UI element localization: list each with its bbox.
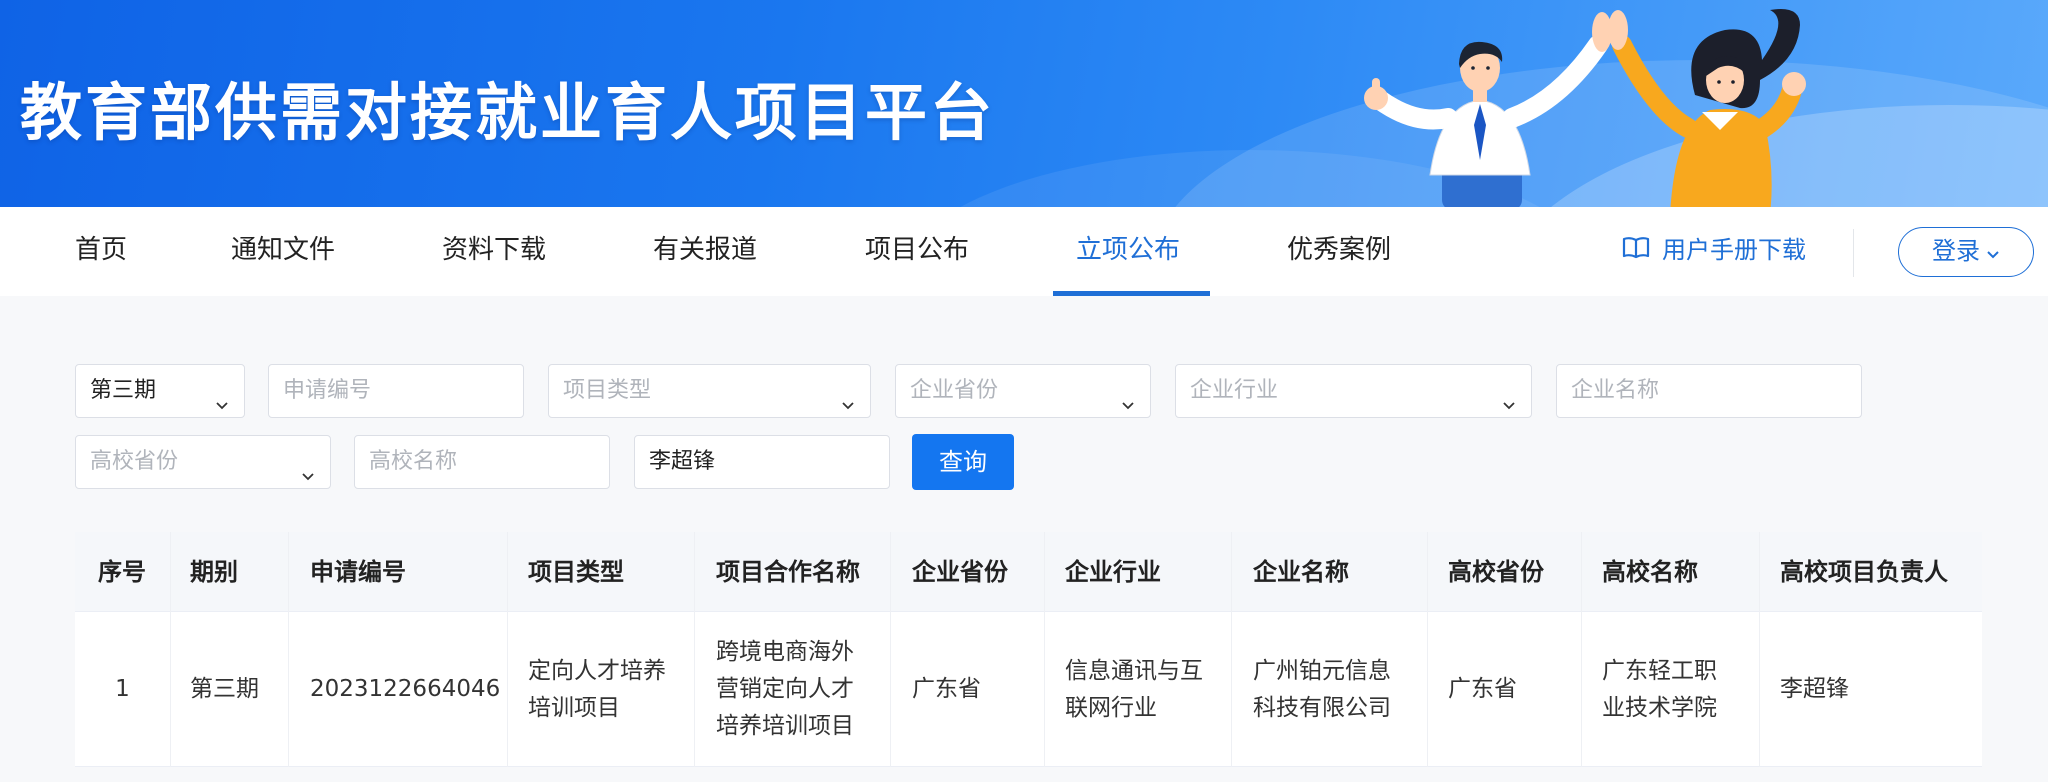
- results-table: 序号 期别 申请编号 项目类型 项目合作名称 企业省份 企业行业 企业名称 高校…: [75, 532, 1982, 767]
- project-leader-input[interactable]: 李超锋: [634, 435, 890, 489]
- login-button[interactable]: 登录: [1898, 227, 2034, 277]
- column-divider: [890, 532, 891, 767]
- nav-item-home[interactable]: 首页: [75, 207, 127, 296]
- company-province-placeholder: 企业省份: [910, 378, 999, 403]
- table-cell: 广东省: [1448, 676, 1517, 702]
- column-header: 期别: [190, 558, 238, 586]
- column-header: 项目类型: [528, 558, 624, 586]
- company-province-select[interactable]: 企业省份: [895, 364, 1151, 418]
- user-manual-download-link[interactable]: 用户手册下载: [1622, 207, 1806, 296]
- header-banner: 教育部供需对接就业育人项目平台: [0, 0, 2048, 207]
- school-name-placeholder: 高校名称: [369, 449, 458, 474]
- table-cell: 第三期: [190, 676, 259, 702]
- period-select-value: 第三期: [90, 378, 157, 403]
- column-header: 企业名称: [1253, 558, 1349, 586]
- company-name-input[interactable]: 企业名称: [1556, 364, 1862, 418]
- column-divider: [170, 532, 171, 767]
- project-type-select[interactable]: 项目类型: [548, 364, 871, 418]
- woman-figure: [1608, 9, 1806, 207]
- nav-item-downloads[interactable]: 资料下载: [442, 207, 546, 296]
- column-header: 申请编号: [310, 558, 406, 586]
- column-header: 高校名称: [1602, 558, 1698, 586]
- chevron-down-icon: [214, 382, 230, 417]
- column-divider: [1044, 532, 1045, 767]
- table-row: 1 第三期 2023122664046 定向人才培养培训项目 跨境电商海外营销定…: [75, 612, 1982, 767]
- table-cell: 信息通讯与互联网行业: [1065, 657, 1203, 721]
- nav-item-notices[interactable]: 通知文件: [231, 207, 335, 296]
- company-industry-select[interactable]: 企业行业: [1175, 364, 1532, 418]
- school-province-placeholder: 高校省份: [90, 449, 179, 474]
- period-select[interactable]: 第三期: [75, 364, 245, 418]
- chevron-down-icon: [1120, 382, 1136, 417]
- nav-item-approval-announce[interactable]: 立项公布: [1076, 207, 1180, 296]
- chevron-down-icon: [840, 382, 856, 417]
- column-divider: [507, 532, 508, 767]
- main-nav: 首页 通知文件 资料下载 有关报道 项目公布 立项公布 优秀案例 用户手册下载 …: [0, 207, 2048, 296]
- column-divider: [288, 532, 289, 767]
- column-header: 企业行业: [1065, 558, 1161, 586]
- user-manual-label: 用户手册下载: [1662, 236, 1806, 264]
- table-header: 序号 期别 申请编号 项目类型 项目合作名称 企业省份 企业行业 企业名称 高校…: [75, 532, 1982, 612]
- table-cell: 广东省: [912, 676, 981, 702]
- table-cell: 跨境电商海外营销定向人才培养培训项目: [716, 639, 854, 739]
- nav-item-reports[interactable]: 有关报道: [653, 207, 757, 296]
- active-tab-indicator: [1053, 291, 1210, 296]
- table-cell: 1: [115, 676, 130, 702]
- column-header: 高校项目负责人: [1780, 558, 1948, 586]
- nav-item-excellent-cases[interactable]: 优秀案例: [1287, 207, 1391, 296]
- table-cell: 定向人才培养培训项目: [528, 657, 666, 721]
- column-divider: [1759, 532, 1760, 767]
- column-header: 序号: [98, 558, 146, 586]
- table-cell: 2023122664046: [310, 676, 501, 702]
- application-number-placeholder: 申请编号: [283, 378, 372, 403]
- query-button[interactable]: 查询: [912, 434, 1014, 490]
- project-type-placeholder: 项目类型: [563, 378, 652, 403]
- column-divider: [694, 532, 695, 767]
- chevron-down-icon: [1501, 382, 1517, 417]
- company-name-placeholder: 企业名称: [1571, 378, 1660, 403]
- column-divider: [1231, 532, 1232, 767]
- chevron-down-icon: [1986, 229, 2000, 275]
- column-header: 项目合作名称: [716, 558, 860, 586]
- company-industry-placeholder: 企业行业: [1190, 378, 1279, 403]
- school-name-input[interactable]: 高校名称: [354, 435, 610, 489]
- column-divider: [1427, 532, 1428, 767]
- platform-title: 教育部供需对接就业育人项目平台: [20, 76, 996, 149]
- nav-item-project-announce[interactable]: 项目公布: [865, 207, 969, 296]
- chevron-down-icon: [300, 453, 316, 488]
- application-number-input[interactable]: 申请编号: [268, 364, 524, 418]
- nav-divider: [1853, 229, 1854, 277]
- book-icon: [1622, 208, 1650, 294]
- project-leader-value: 李超锋: [649, 449, 716, 474]
- table-cell: 广州铂元信息科技有限公司: [1253, 657, 1391, 721]
- column-header: 高校省份: [1448, 558, 1544, 586]
- high-five-illustration: [1364, 9, 1806, 207]
- table-cell: 李超锋: [1780, 676, 1849, 702]
- school-province-select[interactable]: 高校省份: [75, 435, 331, 489]
- column-header: 企业省份: [912, 558, 1008, 586]
- column-divider: [1581, 532, 1582, 767]
- table-cell: 广东轻工职业技术学院: [1602, 657, 1717, 721]
- man-figure: [1364, 12, 1612, 207]
- login-label: 登录: [1932, 237, 1980, 265]
